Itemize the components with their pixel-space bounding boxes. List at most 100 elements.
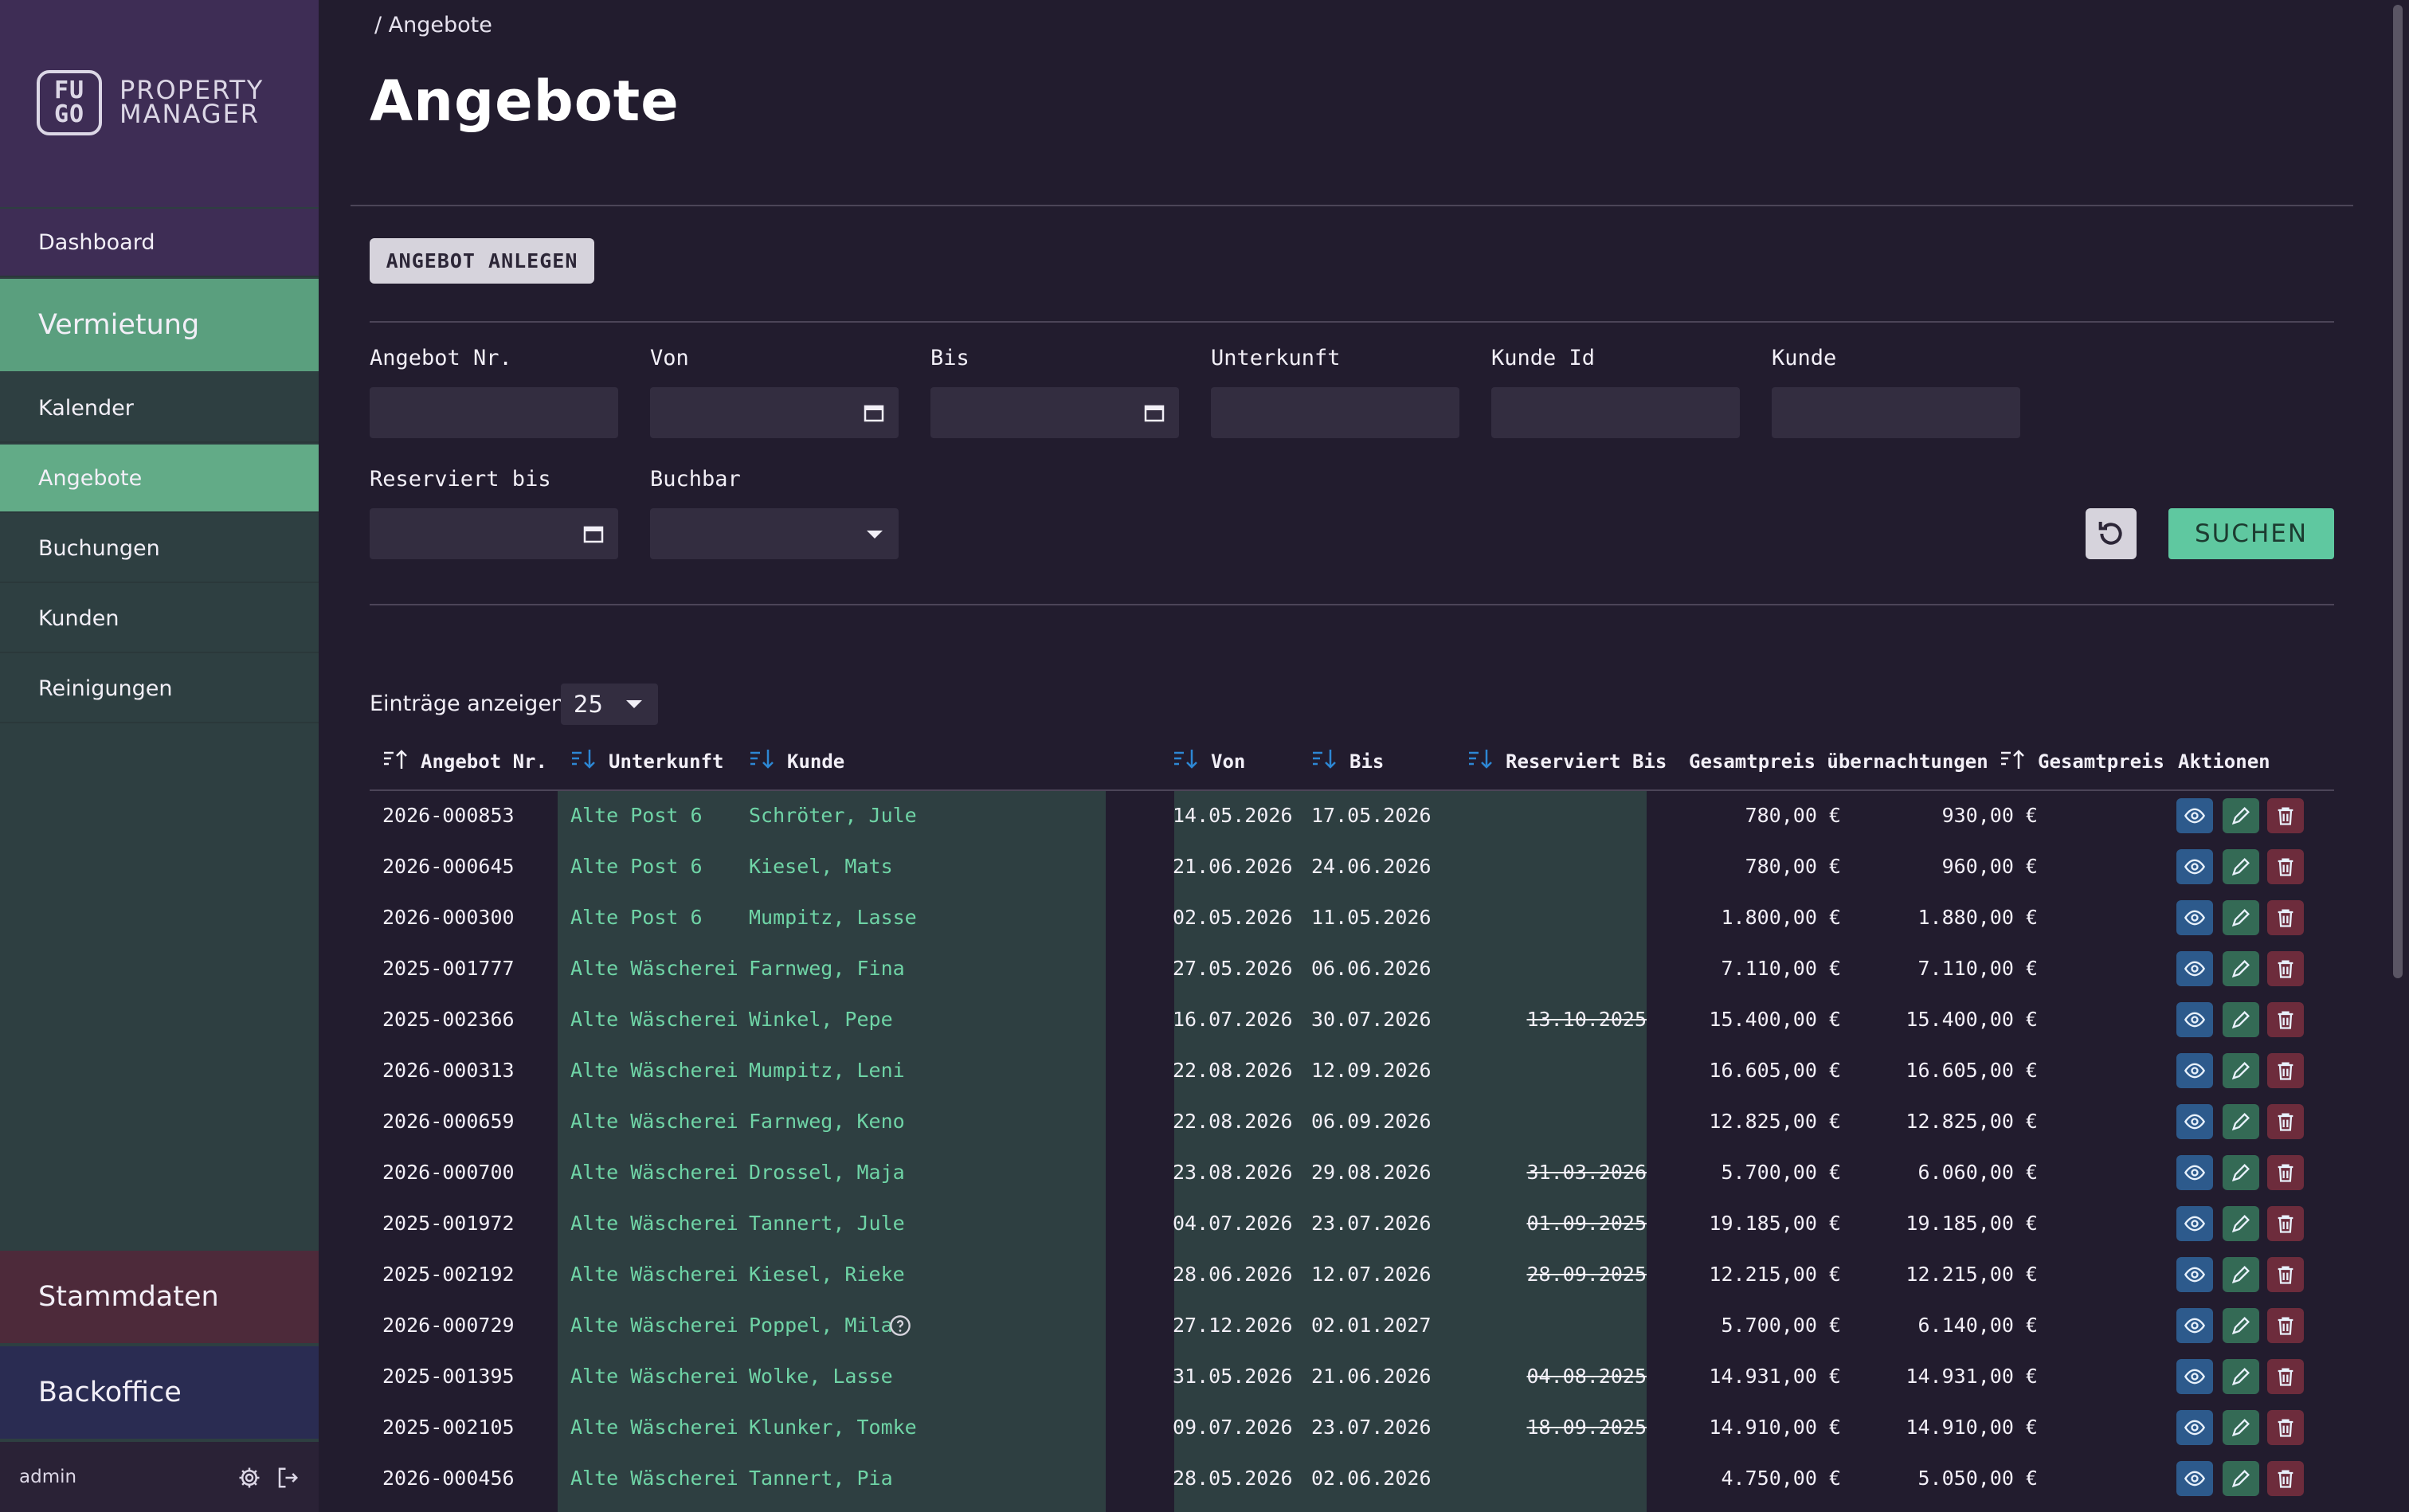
create-offer-button[interactable]: ANGEBOT ANLEGEN [370,238,594,284]
view-button[interactable] [2176,1410,2213,1445]
delete-button[interactable] [2267,1257,2304,1292]
delete-button[interactable] [2267,1206,2304,1241]
delete-button[interactable] [2267,849,2304,884]
cell-unterkunft[interactable]: Alte Post 6 [570,892,703,943]
view-button[interactable] [2176,1053,2213,1088]
delete-button[interactable] [2267,1359,2304,1394]
sidebar-item-dashboard[interactable]: Dashboard [0,209,319,277]
calendar-icon[interactable] [1144,403,1165,422]
cell-unterkunft[interactable]: Alte Wäscherei [570,1453,738,1504]
entries-per-page-select[interactable]: 25 [561,684,658,725]
sidebar-item-kalender[interactable]: Kalender [0,374,319,443]
logout-icon[interactable] [276,1466,300,1490]
edit-button[interactable] [2223,1308,2259,1343]
view-button[interactable] [2176,798,2213,833]
delete-button[interactable] [2267,1002,2304,1037]
scrollbar-thumb[interactable] [2393,5,2403,978]
help-icon[interactable] [889,1314,911,1337]
delete-button[interactable] [2267,1053,2304,1088]
header-von[interactable]: Von [1173,733,1245,790]
header-bis[interactable]: Bis [1311,733,1384,790]
cell-unterkunft[interactable]: Alte Wäscherei [570,994,738,1045]
header-gesamtpreis[interactable]: Gesamtpreis [2000,733,2164,790]
cell-unterkunft[interactable]: Alte Wäscherei [570,1045,738,1096]
reset-button[interactable] [2086,508,2137,559]
calendar-icon[interactable] [864,403,884,422]
delete-button[interactable] [2267,900,2304,935]
header-angebot-nr[interactable]: Angebot Nr. [382,733,547,790]
cell-unterkunft[interactable]: Alte Wäscherei [570,1147,738,1198]
edit-button[interactable] [2223,1002,2259,1037]
header-kunde[interactable]: Kunde [749,733,844,790]
edit-button[interactable] [2223,849,2259,884]
cell-kunde[interactable]: Winkel, Pepe [749,994,893,1045]
sidebar-item-reinigungen[interactable]: Reinigungen [0,655,319,723]
header-gesamtpreis-uebernachtungen[interactable]: Gesamtpreis übernachtungen [1689,733,1988,790]
gear-icon[interactable] [237,1466,261,1490]
view-button[interactable] [2176,849,2213,884]
kunde-id-input[interactable] [1491,387,1740,438]
view-button[interactable] [2176,951,2213,986]
cell-unterkunft[interactable]: Alte Wäscherei [570,943,738,994]
cell-kunde[interactable]: Schröter, Jule [749,790,917,841]
header-reserviert-bis[interactable]: Reserviert Bis [1467,733,1667,790]
delete-button[interactable] [2267,1104,2304,1139]
bis-date-input[interactable] [930,387,1179,438]
view-button[interactable] [2176,1104,2213,1139]
cell-kunde[interactable]: Mumpitz, Leni [749,1045,905,1096]
view-button[interactable] [2176,1206,2213,1241]
buchbar-select[interactable] [650,508,899,559]
edit-button[interactable] [2223,1206,2259,1241]
header-unterkunft[interactable]: Unterkunft [570,733,724,790]
cell-unterkunft[interactable]: Alte Wäscherei [570,1402,738,1453]
cell-unterkunft[interactable]: Alte Wäscherei [570,1351,738,1402]
kunde-input[interactable] [1772,387,2020,438]
delete-button[interactable] [2267,951,2304,986]
sidebar-section-backoffice[interactable]: Backoffice [0,1346,319,1439]
angebot-nr-input[interactable] [370,387,618,438]
sidebar-item-buchungen[interactable]: Buchungen [0,515,319,583]
cell-unterkunft[interactable]: Alte Wäscherei [570,1096,738,1147]
edit-button[interactable] [2223,1104,2259,1139]
edit-button[interactable] [2223,951,2259,986]
unterkunft-input[interactable] [1211,387,1459,438]
edit-button[interactable] [2223,1461,2259,1496]
view-button[interactable] [2176,1461,2213,1496]
cell-kunde[interactable]: Farnweg, Keno [749,1096,905,1147]
calendar-icon[interactable] [583,524,604,543]
edit-button[interactable] [2223,1053,2259,1088]
sidebar-item-angebote[interactable]: Angebote [0,445,319,513]
view-button[interactable] [2176,900,2213,935]
sidebar-section-vermietung[interactable]: Vermietung [0,279,319,371]
cell-kunde[interactable]: Wolke, Lasse [749,1351,893,1402]
edit-button[interactable] [2223,1359,2259,1394]
cell-kunde[interactable]: Tannert, Pia [749,1453,893,1504]
logo[interactable]: FU GO PROPERTY MANAGER [0,0,319,207]
cell-unterkunft[interactable]: Alte Wäscherei [570,1198,738,1249]
cell-unterkunft[interactable]: Alte Wäscherei [570,1249,738,1300]
von-date-input[interactable] [650,387,899,438]
delete-button[interactable] [2267,1155,2304,1190]
cell-unterkunft[interactable]: Alte Post 6 [570,790,703,841]
cell-kunde[interactable]: Tannert, Jule [749,1198,905,1249]
delete-button[interactable] [2267,1308,2304,1343]
edit-button[interactable] [2223,1155,2259,1190]
cell-kunde[interactable]: Farnweg, Fina [749,943,905,994]
edit-button[interactable] [2223,1410,2259,1445]
cell-kunde[interactable]: Klunker, Tomke [749,1402,917,1453]
view-button[interactable] [2176,1257,2213,1292]
edit-button[interactable] [2223,900,2259,935]
delete-button[interactable] [2267,1410,2304,1445]
sidebar-section-stammdaten[interactable]: Stammdaten [0,1251,319,1343]
delete-button[interactable] [2267,798,2304,833]
cell-unterkunft[interactable]: Alte Post 6 [570,841,703,892]
view-button[interactable] [2176,1155,2213,1190]
view-button[interactable] [2176,1359,2213,1394]
view-button[interactable] [2176,1002,2213,1037]
reserviert-bis-date-input[interactable] [370,508,618,559]
cell-kunde[interactable]: Drossel, Maja [749,1147,905,1198]
view-button[interactable] [2176,1308,2213,1343]
cell-kunde[interactable]: Poppel, Mila [749,1300,893,1351]
cell-kunde[interactable]: Mumpitz, Lasse [749,892,917,943]
edit-button[interactable] [2223,798,2259,833]
